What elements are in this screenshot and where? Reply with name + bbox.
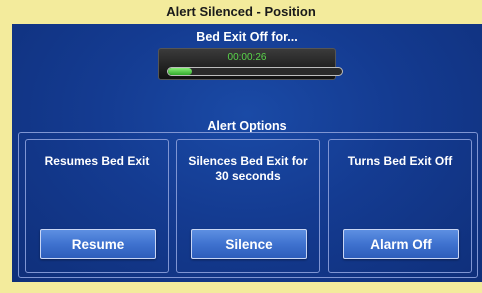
- resume-button[interactable]: Resume: [40, 229, 156, 259]
- alert-window: Alert Silenced - Position Bed Exit Off f…: [0, 0, 482, 293]
- alert-options-heading: Alert Options: [207, 119, 287, 133]
- timer-value: 00:00:26: [227, 52, 267, 63]
- alert-options-group: Resumes Bed Exit Resume Silences Bed Exi…: [18, 132, 478, 278]
- option-alarm-off: Turns Bed Exit Off Alarm Off: [328, 139, 472, 273]
- silence-button[interactable]: Silence: [191, 229, 307, 259]
- timer-progress-fill: [168, 68, 193, 75]
- option-description: Resumes Bed Exit: [44, 154, 150, 168]
- option-silence: Silences Bed Exit for 30 seconds Silence: [176, 139, 320, 273]
- option-description: Silences Bed Exit for 30 seconds: [188, 154, 308, 183]
- option-description: Turns Bed Exit Off: [347, 154, 453, 168]
- window-title: Alert Silenced - Position: [166, 4, 316, 19]
- timer-label: Bed Exit Off for...: [196, 30, 298, 44]
- timer-progress-bar: [167, 67, 343, 76]
- alarm-off-button[interactable]: Alarm Off: [343, 229, 459, 259]
- main-panel: Bed Exit Off for... 00:00:26 Alert Optio…: [12, 24, 482, 282]
- timer-display: 00:00:26: [158, 48, 343, 80]
- option-resume: Resumes Bed Exit Resume: [25, 139, 169, 273]
